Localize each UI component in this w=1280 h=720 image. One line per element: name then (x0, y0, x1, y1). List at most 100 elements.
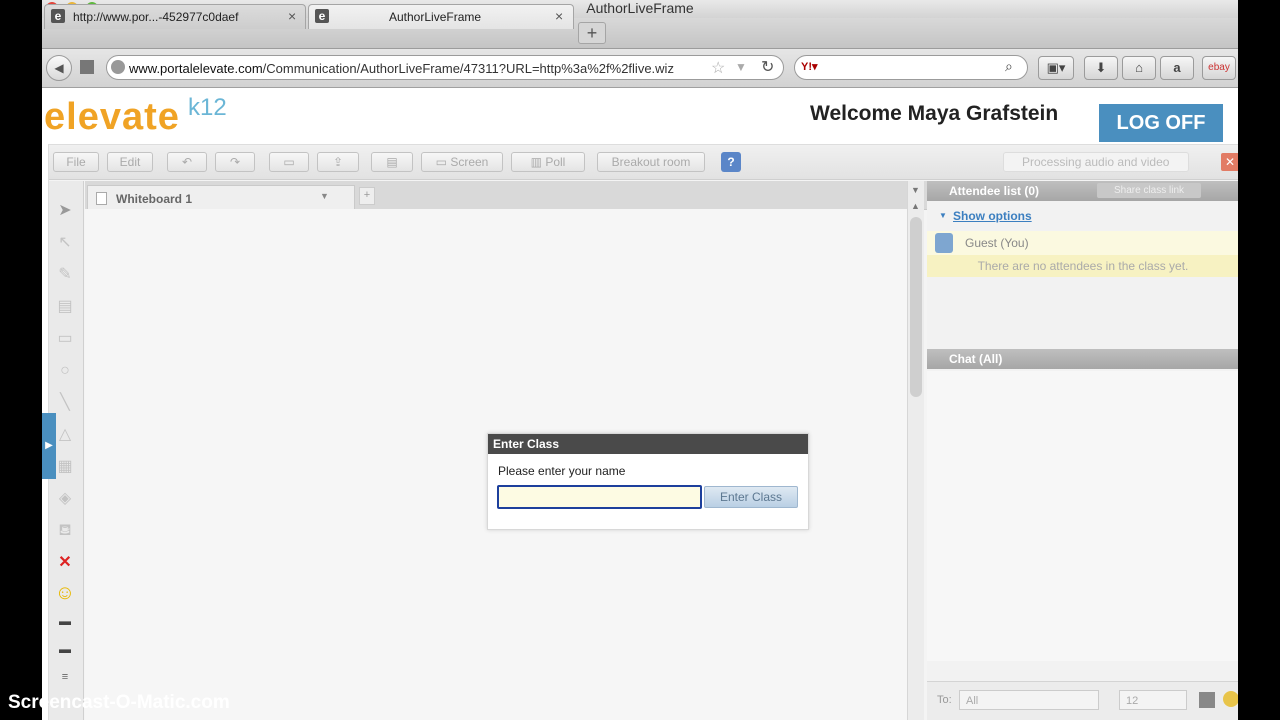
enter-class-button[interactable]: Enter Class (704, 486, 798, 508)
scroll-down-arrow-icon[interactable]: ▼ (911, 185, 920, 195)
file-menu-button[interactable]: File (53, 152, 99, 172)
to-label: To: (937, 694, 952, 706)
text-color-icon[interactable] (1199, 692, 1215, 708)
line-width-icon[interactable]: ≡ (53, 665, 77, 689)
bookmark-star-icon[interactable]: ☆ (711, 58, 725, 78)
expand-arrow-icon[interactable]: ▼ (939, 211, 947, 220)
scroll-up-arrow-icon[interactable]: ▲ (911, 201, 920, 211)
guest-label: Guest (You) (965, 236, 1029, 250)
side-panel-toggle[interactable]: ▶ (42, 413, 56, 479)
screen-label: Screen (450, 155, 489, 169)
tab-close-icon[interactable]: × (288, 8, 296, 24)
delete-icon[interactable]: ✕ (53, 551, 77, 575)
back-button[interactable]: ◀ (46, 55, 72, 81)
tab-close-icon[interactable]: × (555, 8, 563, 24)
screen-share-button[interactable]: ▭ Screen (421, 152, 503, 172)
name-prompt: Please enter your name (498, 464, 626, 478)
open-folder-icon[interactable]: ▭ (269, 152, 309, 172)
window-title: AuthorLiveFrame (586, 0, 694, 16)
url-path: /Communication/AuthorLiveFrame/47311?URL… (262, 61, 674, 76)
document-icon (96, 192, 107, 205)
tab-whiteboard-1[interactable]: Whiteboard 1 ▼ (87, 185, 355, 209)
select-tool-icon[interactable]: ➤ (53, 199, 77, 223)
fill-color-icon[interactable]: ▬ (53, 637, 77, 661)
avatar (935, 233, 953, 253)
emoticon-icon[interactable] (1223, 691, 1238, 707)
page-content: elevate k12 Welcome Maya Grafstein LOG O… (42, 88, 1238, 720)
share-class-link-button[interactable]: Share class link (1097, 183, 1201, 198)
edit-menu-button[interactable]: Edit (107, 152, 153, 172)
page-icon: e (315, 9, 329, 23)
attendee-row[interactable]: Guest (You) (927, 231, 1238, 255)
pointer-tool-icon[interactable]: ↖ (53, 231, 77, 255)
pencil-tool-icon[interactable]: ✎ (53, 263, 77, 287)
whiteboard-tabs: Whiteboard 1 ▼ + (85, 181, 955, 210)
line-color-icon[interactable]: ▬ (53, 609, 77, 633)
processing-status: Processing audio and video (1003, 152, 1189, 172)
whiteboard-tab-title: Whiteboard 1 (116, 192, 193, 206)
new-tab-button[interactable]: + (578, 22, 606, 44)
rectangle-tool-icon[interactable]: ▭ (53, 327, 77, 351)
enter-class-dialog: Enter Class Please enter your name Enter… (487, 433, 809, 530)
undo-icon[interactable]: ↶ (167, 152, 207, 172)
recipient-value: All (966, 695, 979, 707)
welcome-message: Welcome Maya Grafstein (810, 102, 1059, 125)
upload-icon[interactable]: ⇪ (317, 152, 359, 172)
chat-controls: To: All 12 (927, 681, 1238, 720)
poll-label: Poll (545, 155, 566, 169)
home-icon[interactable]: ⌂ (1122, 56, 1156, 80)
no-attendees-message: There are no attendees in the class yet. (927, 255, 1238, 277)
dropdown-arrow-icon[interactable]: ▼ (735, 60, 747, 74)
search-bar[interactable]: Y!▾ ⌕ (794, 55, 1028, 80)
font-size-select[interactable]: 12 (1119, 690, 1187, 710)
name-input[interactable] (497, 485, 702, 509)
emoji-icon[interactable]: ☺ (53, 581, 77, 605)
elevate-logo[interactable]: elevate (44, 96, 180, 139)
search-icon[interactable]: ⌕ (1005, 58, 1013, 75)
font-size-value: 12 (1126, 695, 1139, 707)
tab-label: http://www.por...-452977c0daef (73, 10, 239, 24)
tab-label: AuthorLiveFrame (389, 10, 482, 24)
fill-tool-icon[interactable]: ⛾ (53, 519, 77, 543)
poll-button[interactable]: ▥ Poll (511, 152, 585, 172)
ebay-icon[interactable]: ebay (1202, 56, 1236, 80)
save-icon[interactable]: ▤ (371, 152, 413, 172)
whiteboard-scrollbar[interactable]: ▼ ▲ (907, 181, 924, 720)
redo-icon[interactable]: ↷ (215, 152, 255, 172)
url-domain: www.portalelevate.com (129, 61, 263, 76)
breakout-room-button[interactable]: Breakout room (597, 152, 705, 172)
logo-suffix: k12 (188, 94, 227, 121)
amazon-icon[interactable]: a (1160, 56, 1194, 80)
scroll-thumb[interactable] (910, 217, 922, 397)
live-class-app: File Edit ↶ ↷ ▭ ⇪ ▤ ▭ Screen ▥ Poll Brea… (48, 144, 1238, 720)
triangle-tool-icon[interactable]: △ (53, 423, 77, 447)
text-tool-icon[interactable]: ▤ (53, 295, 77, 319)
show-options-link[interactable]: Show options (953, 209, 1032, 223)
eraser-tool-icon[interactable]: ◈ (53, 487, 77, 511)
grid-tool-icon[interactable]: ▦ (53, 455, 77, 479)
log-off-button[interactable]: LOG OFF (1099, 104, 1223, 142)
yahoo-icon[interactable]: Y!▾ (801, 60, 818, 73)
dialog-title: Enter Class (488, 434, 808, 454)
globe-icon (111, 60, 125, 74)
download-icon[interactable]: ⬇ (1084, 56, 1118, 80)
right-panels: Attendee list (0) Share class link ▼ Sho… (927, 181, 1238, 720)
browser-window: AuthorLiveFrame e http://www.por...-4529… (42, 0, 1238, 720)
page-icon: e (51, 9, 65, 23)
attendee-list-title: Attendee list (0) (949, 184, 1040, 198)
reload-icon[interactable]: ↻ (761, 57, 774, 77)
tab-authorliveframe[interactable]: e AuthorLiveFrame × (308, 4, 574, 29)
chat-header: Chat (All) (927, 349, 1238, 369)
chat-recipient-select[interactable]: All (959, 690, 1099, 710)
tab-portal[interactable]: e http://www.por...-452977c0daef × (44, 4, 306, 29)
addon-bar-icon[interactable]: ▣▾ (1038, 56, 1074, 80)
line-tool-icon[interactable]: ╲ (53, 391, 77, 415)
url-bar[interactable]: www.portalelevate.com/Communication/Auth… (106, 55, 784, 80)
add-whiteboard-button[interactable]: + (359, 187, 375, 205)
tab-menu-icon[interactable]: ▼ (320, 191, 329, 201)
help-button[interactable]: ? (721, 152, 741, 172)
sidebar-icon[interactable] (80, 60, 94, 74)
close-icon[interactable]: ✕ (1221, 153, 1238, 171)
circle-tool-icon[interactable]: ○ (53, 359, 77, 383)
chat-title: Chat (All) (949, 352, 1003, 366)
